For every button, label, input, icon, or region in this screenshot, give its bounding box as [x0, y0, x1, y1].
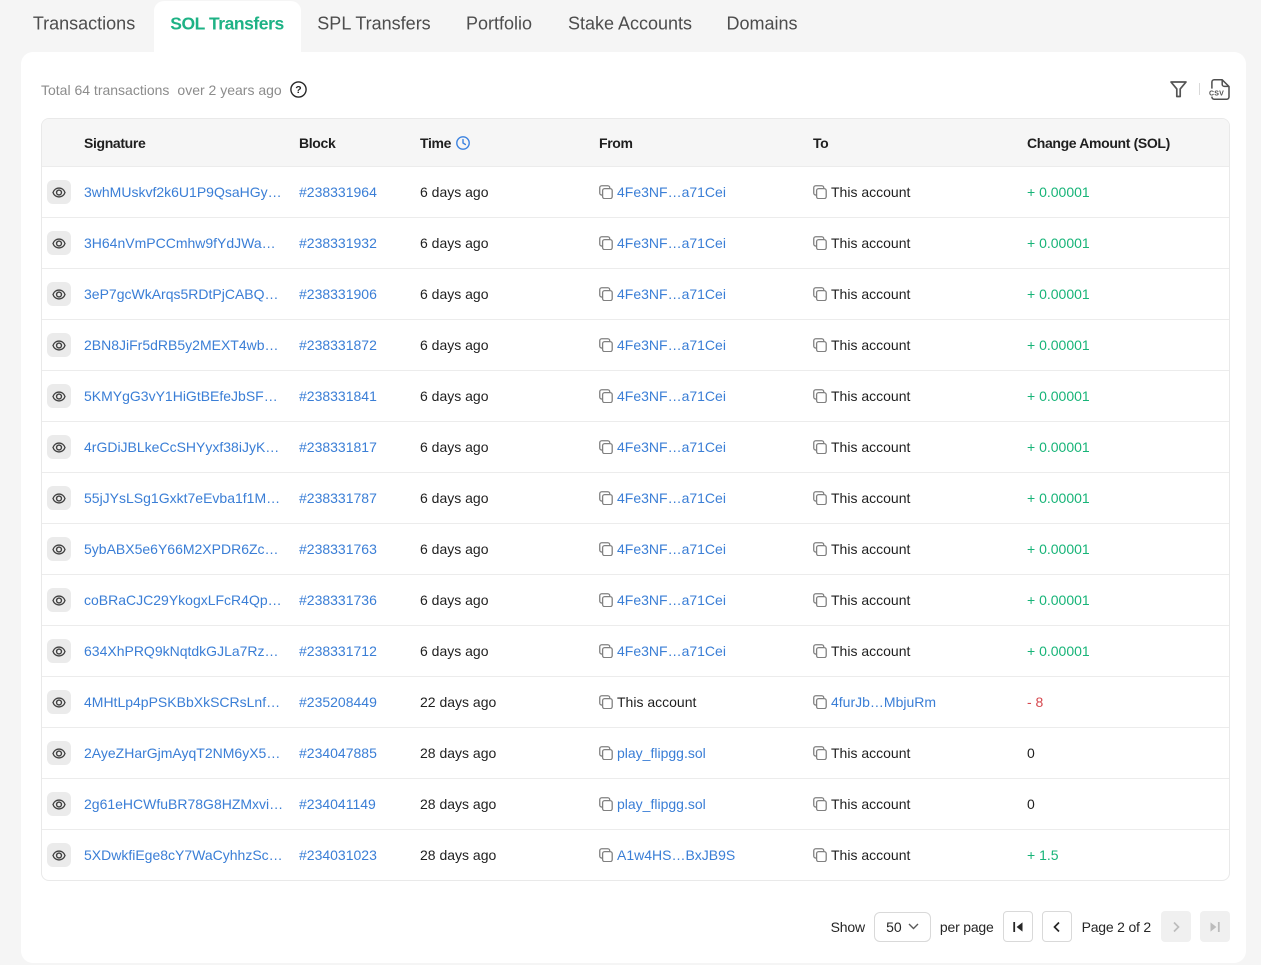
- svg-text:?: ?: [295, 84, 301, 96]
- svg-text:CSV: CSV: [1209, 90, 1224, 97]
